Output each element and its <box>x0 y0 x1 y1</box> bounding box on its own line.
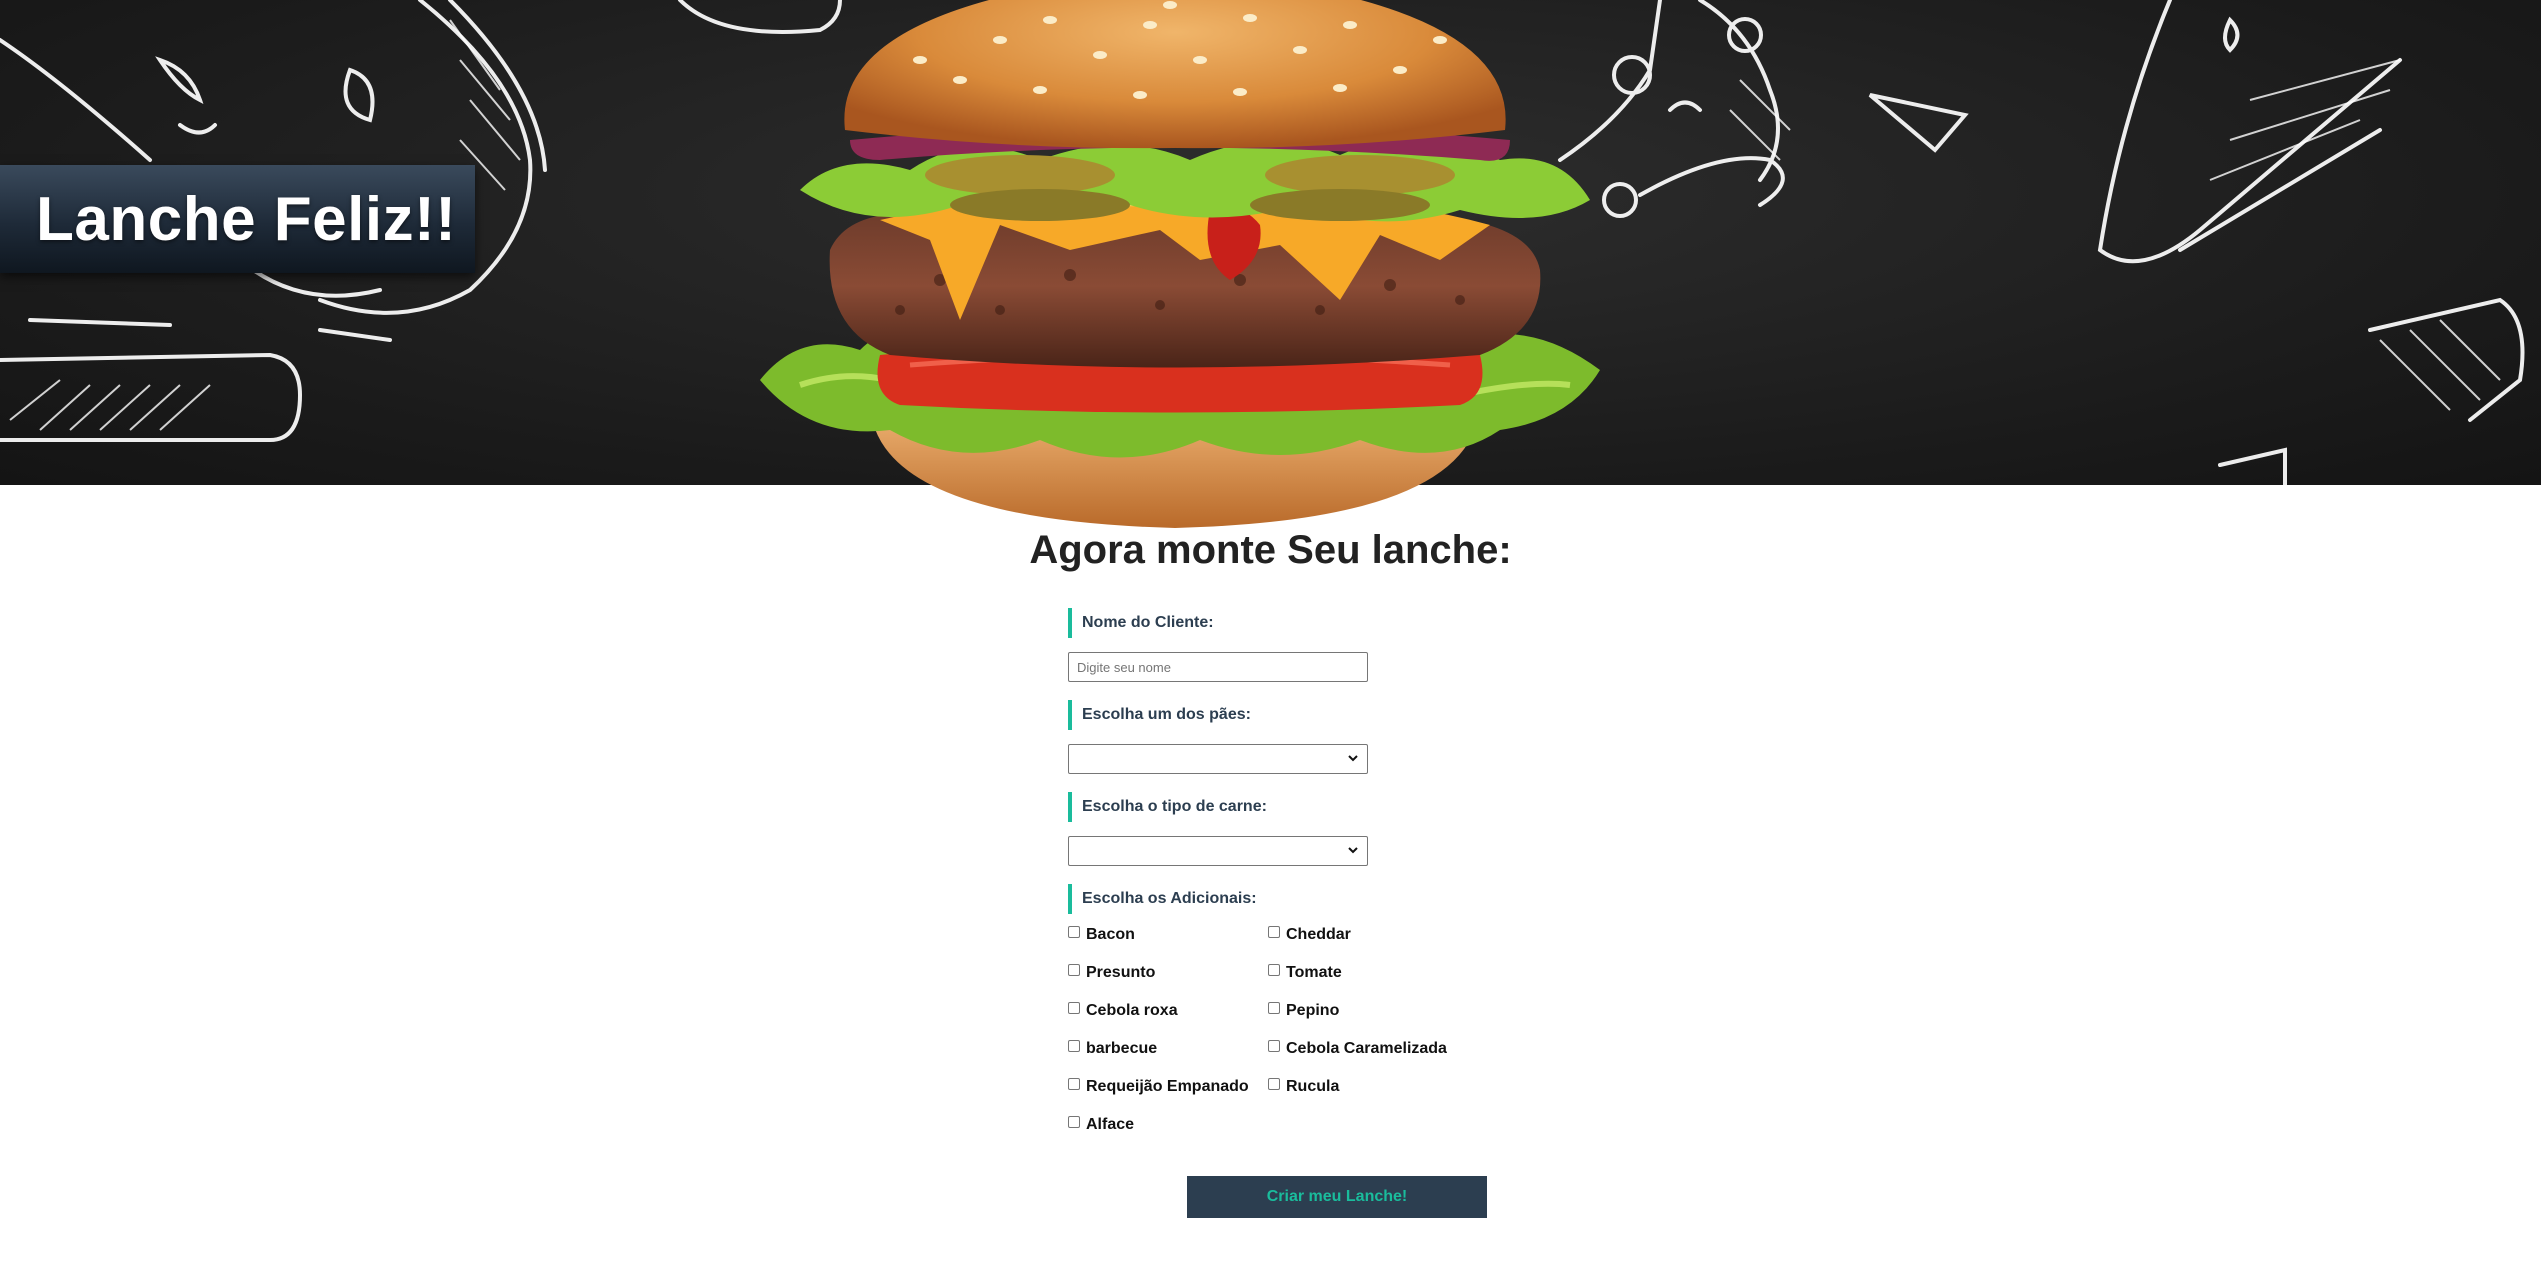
checkbox-box[interactable] <box>1068 1002 1080 1014</box>
checkbox-box[interactable] <box>1068 926 1080 938</box>
checkbox-box[interactable] <box>1068 1116 1080 1128</box>
adicional-checkbox[interactable]: Requeijão Empanado <box>1068 1076 1249 1098</box>
chevron-down-icon <box>1348 847 1358 854</box>
adicional-label: Bacon <box>1086 926 1135 943</box>
adicionais-label: Escolha os Adicionais: <box>1068 884 1257 914</box>
checkbox-box[interactable] <box>1068 1078 1080 1090</box>
pao-label: Escolha um dos pães: <box>1068 700 1251 730</box>
adicional-checkbox[interactable]: Alface <box>1068 1114 1134 1136</box>
adicional-checkbox[interactable]: Rucula <box>1268 1076 1339 1098</box>
adicional-label: Presunto <box>1086 964 1156 981</box>
adicional-label: Cebola roxa <box>1086 1002 1178 1019</box>
adicional-checkbox[interactable]: Cebola roxa <box>1068 1000 1178 1022</box>
adicional-checkbox[interactable]: Cheddar <box>1268 924 1351 946</box>
carne-select[interactable] <box>1068 836 1368 866</box>
adicional-checkbox[interactable]: Presunto <box>1068 962 1155 984</box>
adicional-checkbox[interactable]: Cebola Caramelizada <box>1268 1038 1447 1060</box>
checkbox-box[interactable] <box>1068 1040 1080 1052</box>
adicional-checkbox[interactable]: Pepino <box>1268 1000 1339 1022</box>
chevron-down-icon <box>1348 755 1358 762</box>
title-banner: Lanche Feliz!! <box>0 165 475 273</box>
site-title: Lanche Feliz!! <box>36 184 457 254</box>
adicional-checkbox[interactable]: Bacon <box>1068 924 1135 946</box>
pao-select[interactable] <box>1068 744 1368 774</box>
adicional-label: Requeijão Empanado <box>1086 1078 1249 1095</box>
checkbox-box[interactable] <box>1268 926 1280 938</box>
adicional-label: Alface <box>1086 1116 1135 1133</box>
burger-image <box>740 0 1610 535</box>
carne-label: Escolha o tipo de carne: <box>1068 792 1267 822</box>
checkbox-box[interactable] <box>1268 1002 1280 1014</box>
adicional-checkbox[interactable]: Tomate <box>1268 962 1342 984</box>
checkbox-box[interactable] <box>1268 964 1280 976</box>
criar-lanche-button[interactable]: Criar meu Lanche! <box>1187 1176 1487 1218</box>
adicional-label: Pepino <box>1286 1002 1340 1019</box>
adicional-label: Rucula <box>1286 1078 1340 1095</box>
adicional-label: barbecue <box>1086 1040 1158 1057</box>
adicional-label: Tomate <box>1286 964 1342 981</box>
adicional-checkbox[interactable]: barbecue <box>1068 1038 1157 1060</box>
adicional-label: Cebola Caramelizada <box>1286 1040 1447 1057</box>
checkbox-box[interactable] <box>1068 964 1080 976</box>
cliente-label: Nome do Cliente: <box>1068 608 1214 638</box>
adicional-label: Cheddar <box>1286 926 1351 943</box>
checkbox-box[interactable] <box>1268 1040 1280 1052</box>
checkbox-box[interactable] <box>1268 1078 1280 1090</box>
cliente-name-input[interactable] <box>1068 652 1368 682</box>
form-heading: Agora monte Seu lanche: <box>1029 528 1512 572</box>
